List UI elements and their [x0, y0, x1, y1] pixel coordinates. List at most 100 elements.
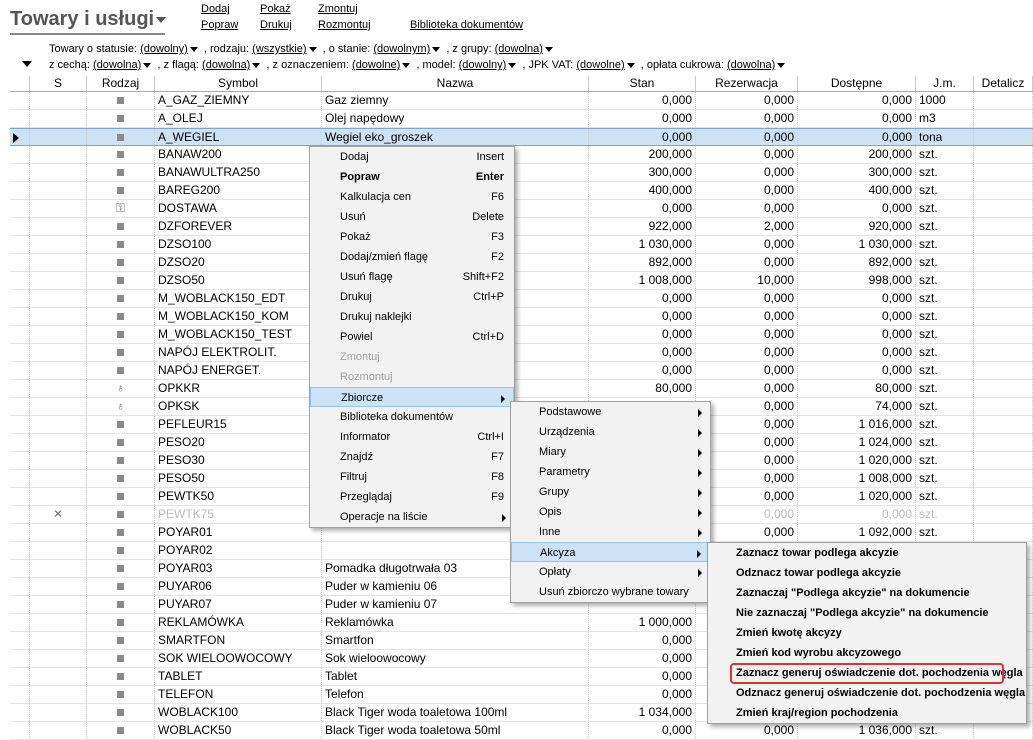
table-row[interactable]: M_WOBLACK150_TEST_Tester0,0000,0000,000s…: [10, 326, 1033, 344]
stock-filter[interactable]: (dowolnym): [373, 43, 430, 55]
zbiorcze-menu-item[interactable]: Opłaty: [511, 562, 710, 582]
context-menu-item[interactable]: Zmontuj: [310, 347, 514, 367]
header-rodzaj[interactable]: Rodzaj: [87, 76, 155, 91]
context-menu-item[interactable]: Przeglądaj F9: [310, 487, 514, 507]
zbiorcze-menu-item[interactable]: Usuń zbiorczo wybrane towary: [511, 582, 710, 602]
context-menu-item[interactable]: Dodaj/zmień flagę F2: [310, 247, 514, 267]
zbiorcze-menu-item[interactable]: Miary: [511, 442, 710, 462]
context-menu-item[interactable]: Usuń Delete: [310, 207, 514, 227]
table-row[interactable]: A_GAZ_ZIEMNY Gaz ziemny 0,000 0,000 0,000 100…: [10, 92, 1033, 110]
table-row[interactable]: DZSO100l1 030,0000,0001 030,000szt.: [10, 236, 1033, 254]
feature-filter[interactable]: (dowolna): [93, 59, 141, 71]
table-row[interactable]: BAREG200nerujący 2400,0000,000400,000szt…: [10, 182, 1033, 200]
akcyza-menu-item[interactable]: Nie zaznaczaj "Podlega akcyzie" na dokum…: [708, 603, 1026, 623]
status-filter[interactable]: (dowolny): [140, 43, 188, 55]
table-row[interactable]: A_WEGIEL Wegiel eko_groszek 0,000 0,000 0,00…: [10, 128, 1033, 146]
table-row[interactable]: WOBLACK50 Black Tiger woda toaletowa 50ml…: [10, 722, 1033, 740]
cell-reservation: 0,000: [696, 200, 798, 217]
header-s[interactable]: S: [30, 76, 87, 91]
dropdown-icon[interactable]: [143, 62, 152, 68]
disassemble-button[interactable]: Rozmontuj: [318, 19, 371, 31]
type-filter[interactable]: (wszystkie): [252, 43, 306, 55]
document-library-button[interactable]: Biblioteka dokumentów: [410, 19, 523, 31]
zbiorcze-menu-item[interactable]: Podstawowe: [511, 402, 710, 422]
header-rezerwacja[interactable]: Rezerwacja: [696, 76, 798, 91]
table-row[interactable]: NAPÓJ ENERGET. 0,000 0,000 0,000 szt.: [10, 362, 1033, 380]
table-row[interactable]: BANAWULTRA250lotlenienie300,0000,000300,…: [10, 164, 1033, 182]
dropdown-icon[interactable]: [402, 62, 411, 68]
context-menu-item[interactable]: Rozmontuj: [310, 367, 514, 387]
marking-filter[interactable]: (dowolne): [352, 59, 400, 71]
zbiorcze-menu-item[interactable]: Urządzenia: [511, 422, 710, 442]
chevron-down-icon[interactable]: [156, 16, 167, 23]
dropdown-icon[interactable]: [252, 62, 261, 68]
assemble-button[interactable]: Zmontuj: [318, 3, 358, 15]
table-row[interactable]: DZFOREVER 922,000 2,000 920,000 szt.: [10, 218, 1033, 236]
dropdown-icon[interactable]: [189, 46, 198, 52]
zbiorcze-menu-item[interactable]: Parametry: [511, 462, 710, 482]
context-menu-item[interactable]: Dodaj Insert: [310, 147, 514, 167]
menu-shortcut: F6: [491, 191, 504, 203]
akcyza-menu-item[interactable]: Zaznaczaj "Podlega akcyzie" na dokumenci…: [708, 583, 1026, 603]
context-menu-item[interactable]: Powiel Ctrl+D: [310, 327, 514, 347]
cell-symbol: POYAR01: [155, 524, 322, 541]
table-row[interactable]: M_WOBLACK150_EDT_Edt0,0000,0000,000szt.: [10, 290, 1033, 308]
context-menu-item[interactable]: Usuń flagę Shift+F2: [310, 267, 514, 287]
group-filter[interactable]: (dowolna): [495, 43, 543, 55]
show-button[interactable]: Pokaż: [260, 3, 291, 15]
header-nazwa[interactable]: Nazwa: [322, 76, 589, 91]
context-menu-item[interactable]: Znajdź F7: [310, 447, 514, 467]
akcyza-menu-item[interactable]: Zmień kraj/region pochodzenia: [708, 703, 1026, 723]
header-dostepne[interactable]: Dostępne: [798, 76, 916, 91]
context-menu-item[interactable]: Filtruj F8: [310, 467, 514, 487]
header-jm[interactable]: J.m.: [916, 76, 974, 91]
akcyza-menu-item[interactable]: Zaznacz towar podlega akcyzie: [708, 543, 1026, 563]
context-menu-item[interactable]: Zbiorcze: [310, 387, 514, 407]
zbiorcze-menu-item[interactable]: Opis: [511, 502, 710, 522]
context-menu-item[interactable]: Popraw Enter: [310, 167, 514, 187]
flag-filter[interactable]: (dowolna): [202, 59, 250, 71]
zbiorcze-menu-item[interactable]: Akcyza: [511, 542, 710, 562]
dropdown-icon[interactable]: [308, 46, 317, 52]
akcyza-menu-item[interactable]: Odznacz generuj oświadczenie dot. pochod…: [708, 683, 1026, 703]
context-menu-item[interactable]: Biblioteka dokumentów: [310, 407, 514, 427]
context-menu-item[interactable]: Kalkulacja cen F6: [310, 187, 514, 207]
table-row[interactable]: ♁ OPKKR 80,000 0,000 80,000 szt.: [10, 380, 1033, 398]
table-row[interactable]: DZSO50 1 008,000 10,000 998,000 szt.: [10, 272, 1033, 290]
dropdown-icon[interactable]: [544, 46, 553, 52]
table-row[interactable]: M_WOBLACK150_KOM_Komis0,0000,0000,000szt…: [10, 308, 1033, 326]
dropdown-icon[interactable]: [777, 62, 786, 68]
header-symbol[interactable]: Symbol: [155, 76, 322, 91]
edit-button[interactable]: Popraw: [201, 19, 238, 31]
table-row[interactable]: NAPÓJ ELEKTROLIT. 0,000 0,000 0,000 szt.: [10, 344, 1033, 362]
zbiorcze-menu-item[interactable]: Inne: [511, 522, 710, 542]
header-detaliczna[interactable]: Detalicz: [974, 76, 1033, 91]
context-menu-item[interactable]: Informator Ctrl+I: [310, 427, 514, 447]
menu-item-label: Usuń: [340, 211, 366, 223]
dropdown-icon[interactable]: [432, 46, 441, 52]
table-row[interactable]: A_OLEJ Olej napędowy 0,000 0,000 0,000 m3: [10, 110, 1033, 128]
table-row[interactable]: BANAW200nl200,0000,000200,000szt.: [10, 146, 1033, 164]
table-row[interactable]: DZSO20 892,000 0,000 892,000 szt.: [10, 254, 1033, 272]
header-stan[interactable]: Stan: [589, 76, 696, 91]
dropdown-icon[interactable]: [626, 62, 635, 68]
page-title[interactable]: Towary i usługi: [10, 8, 167, 31]
table-row[interactable]: ⚿ DOSTAWA 0,000 0,000 0,000 szt.: [10, 200, 1033, 218]
print-button[interactable]: Drukuj: [260, 19, 292, 31]
expand-filters-icon[interactable]: [22, 61, 32, 67]
dropdown-icon[interactable]: [508, 62, 517, 68]
model-filter[interactable]: (dowolny): [459, 59, 507, 71]
context-menu-item[interactable]: Drukuj Ctrl+P: [310, 287, 514, 307]
add-button[interactable]: Dodaj: [201, 3, 230, 15]
context-menu-item[interactable]: Pokaż F3: [310, 227, 514, 247]
sugar-fee-filter[interactable]: (dowolna): [727, 59, 775, 71]
akcyza-menu-item[interactable]: Odznacz towar podlega akcyzie: [708, 563, 1026, 583]
akcyza-menu-item[interactable]: Zmień kod wyrobu akcyzowego: [708, 643, 1026, 663]
zbiorcze-menu-item[interactable]: Grupy: [511, 482, 710, 502]
akcyza-menu-item[interactable]: Zmień kwotę akcyzy: [708, 623, 1026, 643]
cell-symbol: SOK WIELOOWOCOWY: [155, 650, 322, 667]
jpk-filter[interactable]: (dowolne): [576, 59, 624, 71]
context-menu-item[interactable]: Operacje na liście: [310, 507, 514, 527]
context-menu-item[interactable]: Drukuj naklejki: [310, 307, 514, 327]
product-icon: [117, 259, 124, 266]
